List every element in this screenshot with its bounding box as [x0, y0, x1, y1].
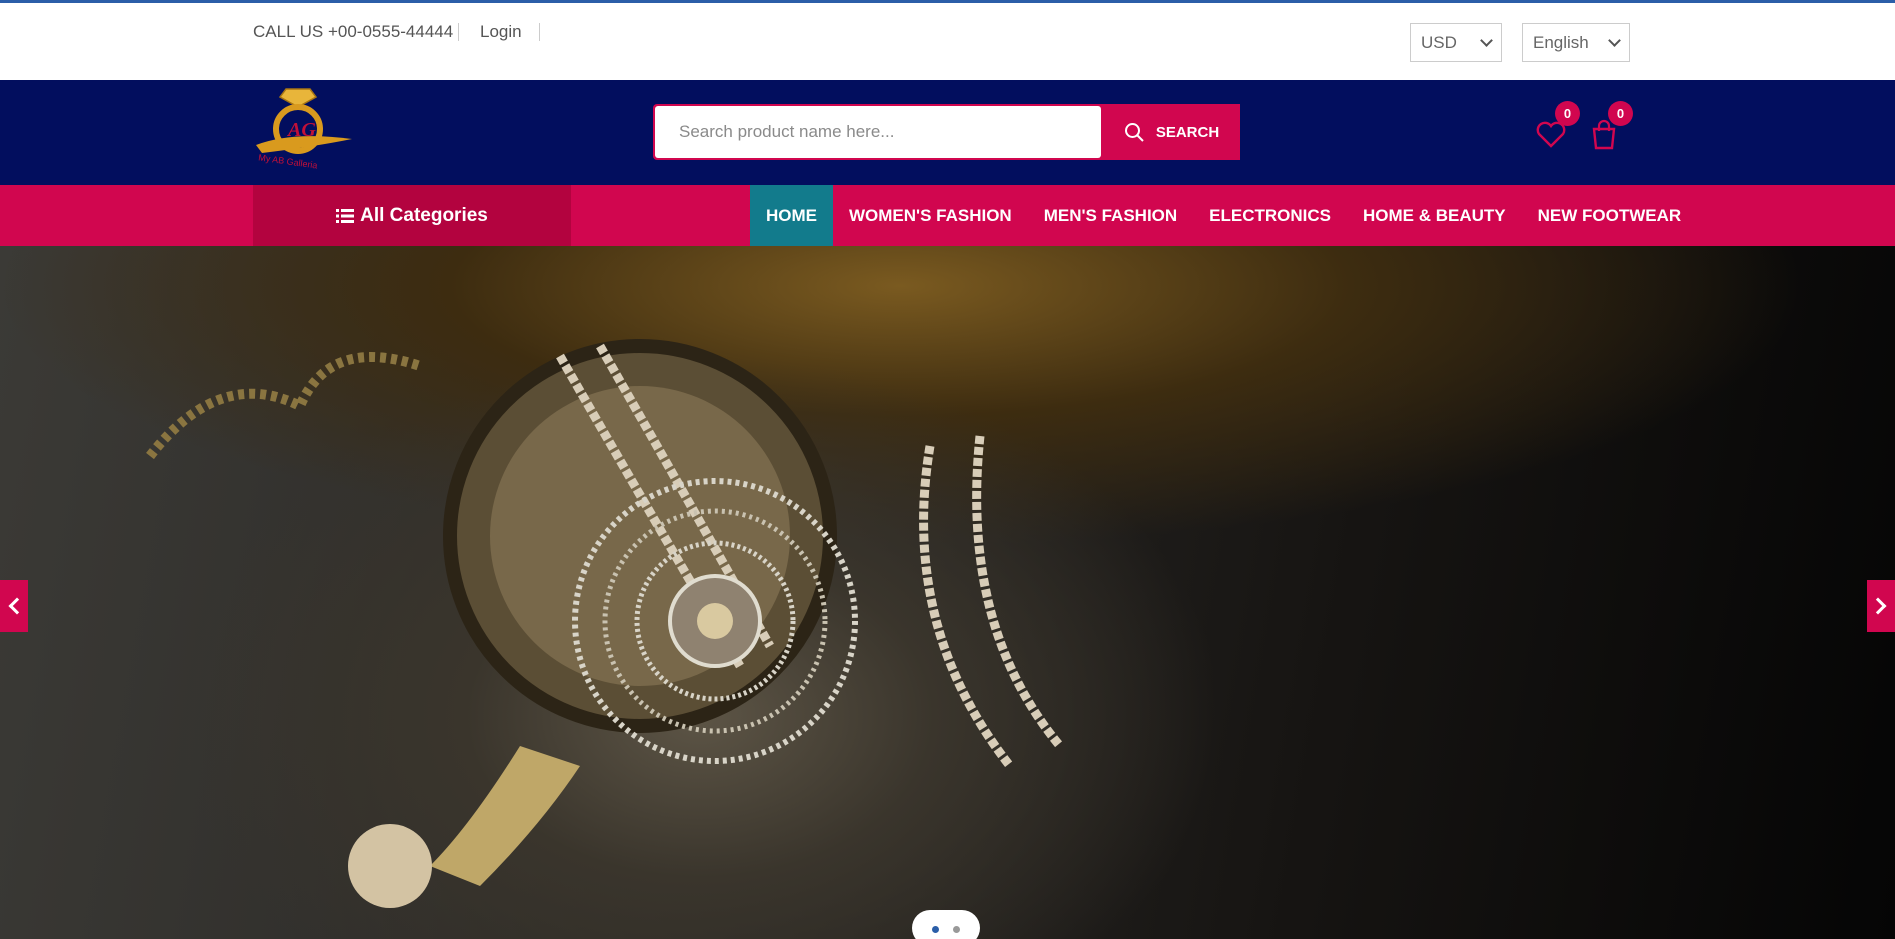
nav-menu: HOME WOMEN'S FASHION MEN'S FASHION ELECT…	[750, 185, 1697, 246]
search-button-label: SEARCH	[1155, 123, 1220, 141]
chevron-down-icon	[1480, 33, 1493, 47]
currency-select[interactable]: USD	[1410, 23, 1502, 62]
top-bar: CALL US +00-0555-44444 Login USD English	[0, 0, 1895, 80]
currency-value: USD	[1421, 32, 1457, 52]
slider-dot[interactable]	[932, 926, 939, 933]
nav-item-electronics[interactable]: ELECTRONICS	[1193, 185, 1347, 246]
cart-button[interactable]: 0	[1587, 101, 1633, 151]
language-value: English	[1533, 32, 1589, 52]
search-form: SEARCH	[653, 104, 1240, 160]
wishlist-button[interactable]: 0	[1534, 101, 1580, 151]
divider	[458, 23, 459, 41]
chevron-left-icon	[8, 597, 26, 615]
login-link[interactable]: Login	[480, 22, 522, 42]
logo-text: My AB Galleria	[258, 152, 318, 170]
slider-dot[interactable]	[953, 926, 960, 933]
chevron-down-icon	[1608, 33, 1621, 47]
hero-slider	[0, 246, 1895, 939]
main-header: AG My AB Galleria SEARCH 0 0	[0, 80, 1895, 185]
all-categories-label: All Categories	[360, 204, 488, 226]
main-nav: All Categories HOME WOMEN'S FASHION MEN'…	[0, 185, 1895, 246]
hero-jewelry-image	[146, 339, 1064, 908]
nav-item-home-beauty[interactable]: HOME & BEAUTY	[1347, 185, 1522, 246]
nav-item-new-footwear[interactable]: NEW FOOTWEAR	[1522, 185, 1698, 246]
all-categories-button[interactable]: All Categories	[253, 185, 571, 246]
search-icon	[1124, 123, 1144, 142]
wishlist-count-badge: 0	[1555, 101, 1580, 126]
list-icon	[336, 208, 355, 223]
nav-item-mens-fashion[interactable]: MEN'S FASHION	[1028, 185, 1193, 246]
language-select[interactable]: English	[1522, 23, 1630, 62]
site-logo[interactable]: AG My AB Galleria	[252, 83, 354, 171]
nav-item-womens-fashion[interactable]: WOMEN'S FASHION	[833, 185, 1028, 246]
phone-text: CALL US +00-0555-44444	[253, 22, 454, 41]
slider-dots	[912, 910, 980, 939]
nav-item-home[interactable]: HOME	[750, 185, 833, 246]
search-input[interactable]	[655, 106, 1101, 158]
slider-next-button[interactable]	[1867, 580, 1895, 632]
divider	[539, 23, 540, 41]
slider-prev-button[interactable]	[0, 580, 28, 632]
search-button[interactable]: SEARCH	[1103, 104, 1240, 160]
chevron-right-icon	[1869, 597, 1887, 615]
cart-count-badge: 0	[1608, 101, 1633, 126]
